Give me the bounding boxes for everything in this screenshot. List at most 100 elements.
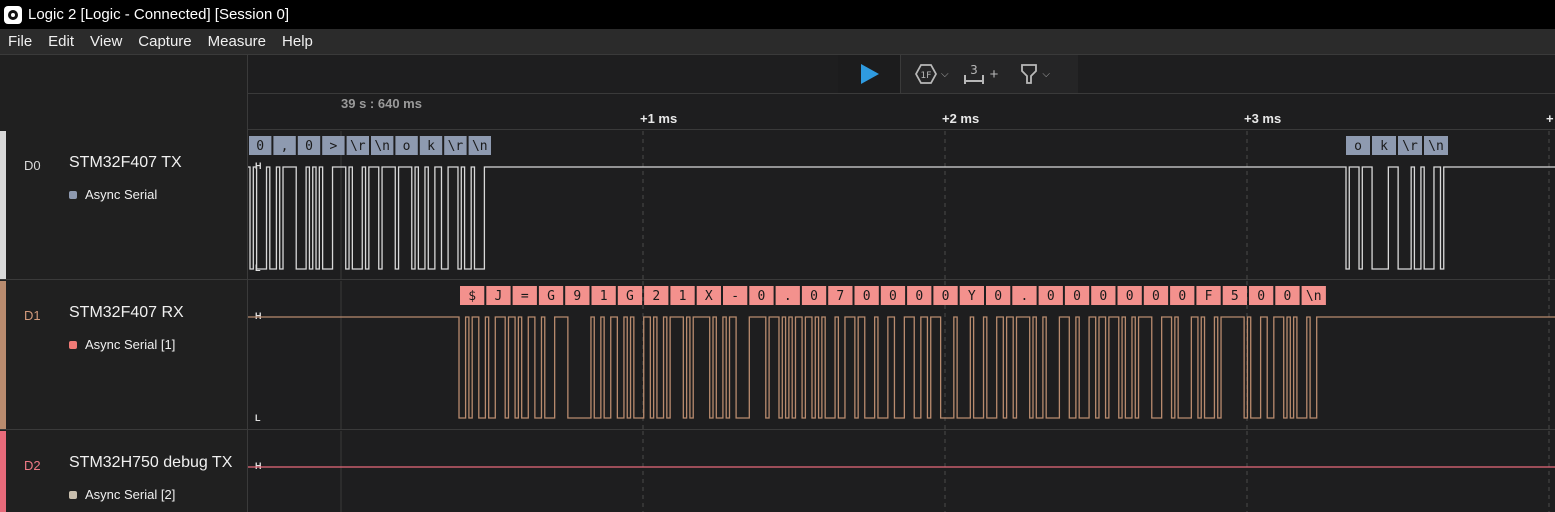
- analyzer-label[interactable]: Async Serial [1]: [69, 337, 175, 352]
- decoded-frame[interactable]: 0: [1064, 286, 1090, 305]
- decoded-frame[interactable]: 9: [565, 286, 590, 305]
- frame-label: .: [784, 289, 792, 304]
- frame-label: 7: [836, 289, 844, 304]
- decoded-frame[interactable]: 1: [591, 286, 616, 305]
- decoded-frame[interactable]: 0: [1038, 286, 1063, 305]
- waveform-d2[interactable]: [248, 431, 1555, 512]
- frame-label: 0: [1099, 289, 1107, 304]
- menu-edit[interactable]: Edit: [40, 33, 82, 50]
- decoded-frame[interactable]: 0: [854, 286, 879, 305]
- decoded-frame[interactable]: 0: [1249, 286, 1274, 305]
- decoded-frame[interactable]: 0: [801, 286, 827, 305]
- decoded-frame[interactable]: G: [538, 286, 564, 305]
- menu-help[interactable]: Help: [274, 33, 321, 50]
- decoded-frame[interactable]: 0: [933, 286, 958, 305]
- menu-file[interactable]: File: [0, 33, 40, 50]
- decoded-frame[interactable]: \n: [1301, 286, 1326, 305]
- start-capture-button[interactable]: [838, 55, 901, 93]
- decoded-frame[interactable]: 0: [1275, 286, 1300, 305]
- decoded-frame[interactable]: \r: [346, 136, 369, 155]
- decoded-frame[interactable]: 0: [749, 286, 774, 305]
- decoded-frame[interactable]: k: [1372, 136, 1396, 155]
- decoded-frame[interactable]: 0: [907, 286, 932, 305]
- frame-label: \n: [472, 139, 488, 154]
- decoded-frame[interactable]: o: [1346, 136, 1370, 155]
- window-title: Logic 2 [Logic - Connected] [Session 0]: [28, 6, 289, 23]
- decoded-frame[interactable]: X: [696, 286, 721, 305]
- menu-measure[interactable]: Measure: [200, 33, 274, 50]
- analyzer-label[interactable]: Async Serial: [69, 187, 157, 202]
- decoded-frame[interactable]: 0: [986, 286, 1011, 305]
- frame-label: 1: [679, 289, 687, 304]
- decoded-frame[interactable]: 0: [1117, 286, 1142, 305]
- decoded-frame[interactable]: 0: [880, 286, 906, 305]
- decoded-frame[interactable]: \n: [468, 136, 491, 155]
- decoded-frame[interactable]: \r: [1398, 136, 1422, 155]
- channel-row-d0: D0 STM32F407 TX Async Serial H L 0, 0 > \r \…: [0, 131, 1555, 280]
- measurement-button[interactable]: ⌵: [1020, 63, 1050, 85]
- decoded-frame[interactable]: \n: [1424, 136, 1448, 155]
- waveform-d1[interactable]: $ J = G 9 1 G 2 1 X - 0. 0 7 0 0 0 0 Y 0. 0 0 0 0 0 0 F 5 0 0 \n: [248, 281, 1555, 430]
- waveform-d0[interactable]: 0, 0 > \r \n o k \r \n o k \r \n: [248, 131, 1555, 280]
- frame-label: 2: [652, 289, 660, 304]
- channel-name[interactable]: STM32H750 debug TX: [69, 454, 232, 472]
- frame-label: $: [468, 289, 476, 304]
- frame-label: k: [427, 139, 435, 154]
- decoded-frame[interactable]: 0: [249, 136, 272, 155]
- frame-label: 0: [758, 289, 766, 304]
- trigger-button[interactable]: 1F ⌵: [915, 64, 949, 84]
- decoded-frame[interactable]: -: [723, 286, 748, 305]
- decoded-frame[interactable]: o: [395, 136, 418, 155]
- decoded-frame[interactable]: Y: [959, 286, 984, 305]
- frame-label: 0: [810, 289, 818, 304]
- analyzer-label[interactable]: Async Serial [2]: [69, 487, 175, 502]
- decoded-frame[interactable]: \n: [371, 136, 394, 155]
- decoded-frame[interactable]: G: [617, 286, 643, 305]
- frame-label: \n: [1306, 289, 1322, 304]
- capture-toolbar: 1F ⌵ 3 + ⌵: [248, 55, 1555, 94]
- frame-label: 0: [1178, 289, 1186, 304]
- decoded-frame[interactable]: 5: [1222, 286, 1247, 305]
- decoded-frame[interactable]: F: [1196, 286, 1221, 305]
- decoded-frame[interactable]: $: [460, 286, 485, 305]
- timing-marker-button[interactable]: 3 +: [963, 63, 999, 85]
- decoded-frame[interactable]: .: [775, 286, 800, 305]
- decoded-frame[interactable]: 1: [670, 286, 695, 305]
- frame-label: J: [495, 289, 503, 304]
- frame-label: o: [1354, 139, 1362, 154]
- toolbar-group: 1F ⌵ 3 + ⌵: [838, 55, 1078, 93]
- decoded-frame[interactable]: 2: [644, 286, 669, 305]
- frame-label: 9: [573, 289, 581, 304]
- frame-label: 0: [863, 289, 871, 304]
- decoded-frame[interactable]: =: [512, 286, 537, 305]
- frame-label: 0: [1257, 289, 1265, 304]
- decoded-frame[interactable]: >: [322, 136, 345, 155]
- menu-view[interactable]: View: [82, 33, 130, 50]
- decoded-frame[interactable]: k: [419, 136, 443, 155]
- frame-label: 0: [1073, 289, 1081, 304]
- frame-label: >: [329, 139, 337, 154]
- decoded-frame[interactable]: \r: [444, 136, 467, 155]
- decoded-frame[interactable]: J: [486, 286, 511, 305]
- add-marker-label: +: [989, 65, 999, 83]
- decoded-frame[interactable]: .: [1012, 286, 1037, 305]
- frame-label: .: [1021, 289, 1029, 304]
- measure-pin-icon: [1021, 64, 1038, 84]
- frame-label: =: [521, 289, 529, 304]
- menu-capture[interactable]: Capture: [130, 33, 199, 50]
- decoded-frame[interactable]: ,: [273, 136, 296, 155]
- analyzer-color-dot: [69, 490, 77, 499]
- decoded-frame[interactable]: 0: [1143, 286, 1169, 305]
- frame-label: X: [705, 289, 713, 304]
- decoded-frame[interactable]: 0: [1091, 286, 1116, 305]
- decoded-frame[interactable]: 7: [828, 286, 853, 305]
- channel-name[interactable]: STM32F407 TX: [69, 154, 182, 172]
- decoded-frame[interactable]: 0: [297, 136, 321, 155]
- analyzer-color-dot: [69, 340, 77, 349]
- time-ruler[interactable]: 39 s : 640 ms +1 ms +2 ms +3 ms +: [248, 94, 1555, 130]
- app-logo-icon: [4, 5, 22, 24]
- chevron-down-icon: ⌵: [1042, 68, 1050, 80]
- channel-name[interactable]: STM32F407 RX: [69, 304, 184, 322]
- frame-label: 0: [256, 139, 264, 154]
- decoded-frame[interactable]: 0: [1170, 286, 1195, 305]
